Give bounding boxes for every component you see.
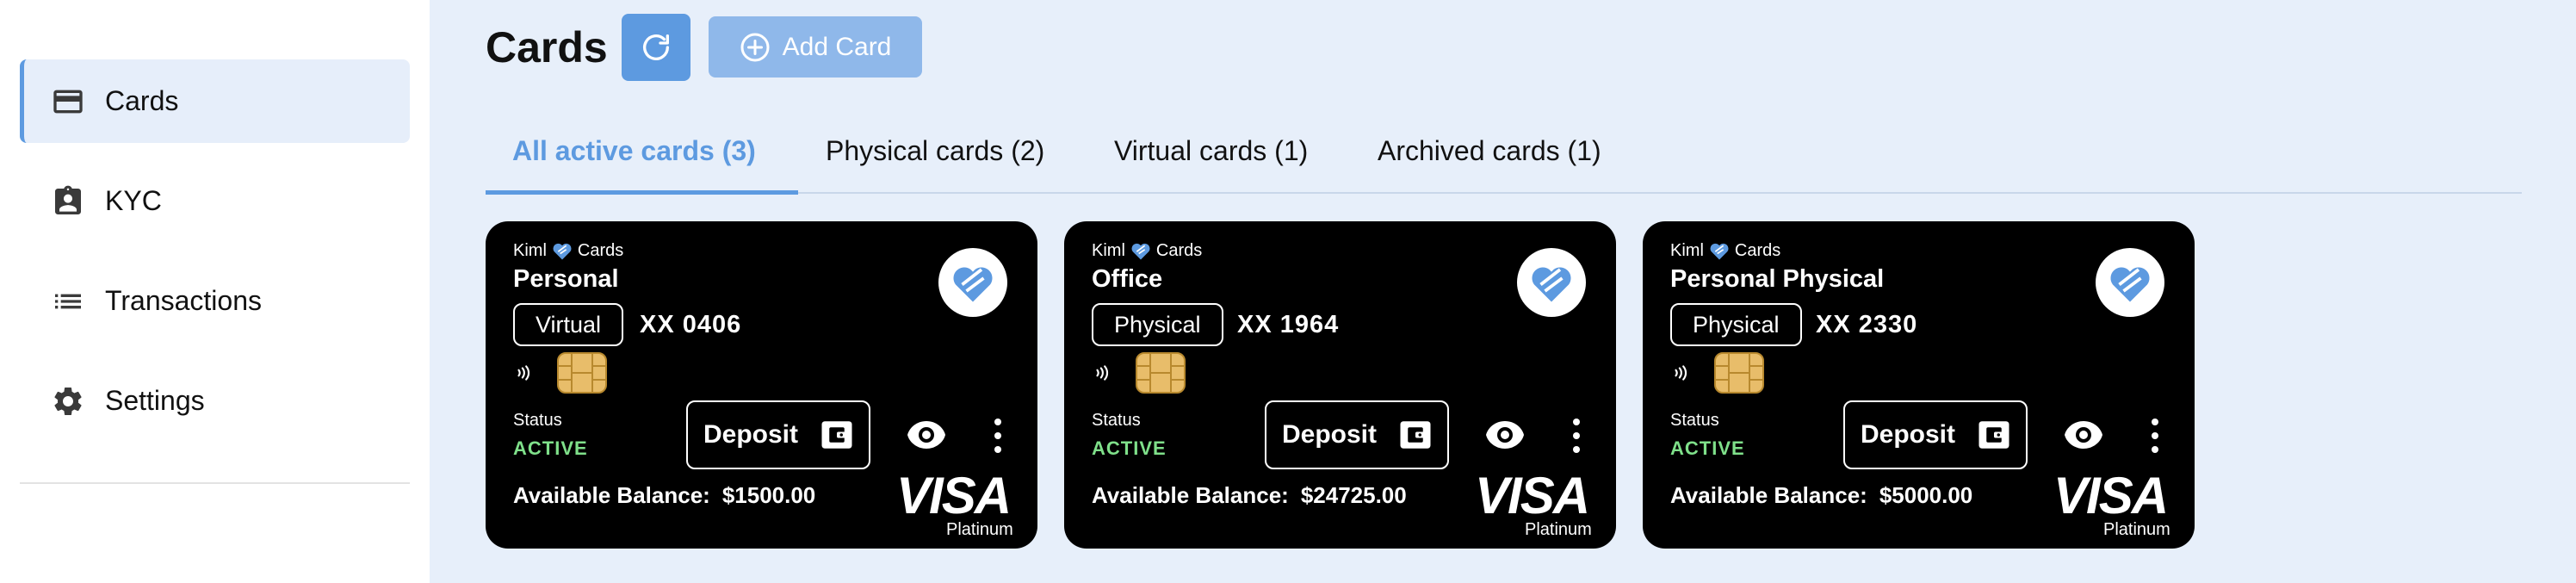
add-card-button[interactable]: Add Card: [709, 16, 922, 78]
brand-right: Cards: [1155, 240, 1203, 260]
balance-label: Available Balance:: [1092, 482, 1289, 508]
balance-label: Available Balance:: [1670, 482, 1867, 508]
card[interactable]: Kiml Cards Personal Virtual XX 0406 Stat…: [486, 221, 1037, 549]
sidebar-item-label: Settings: [105, 385, 205, 416]
heart-logo-icon: [2110, 267, 2150, 302]
more-vertical-icon[interactable]: [994, 418, 1002, 454]
gear-icon: [51, 384, 85, 419]
eye-icon[interactable]: [1484, 419, 1526, 450]
sidebar: Cards KYC Transactions Settings: [0, 0, 430, 583]
contactless-icon: [1675, 365, 1687, 381]
deposit-label: Deposit: [1861, 420, 1956, 449]
tab-all-active-cards[interactable]: All active cards (3): [486, 125, 798, 195]
status-label: Status: [513, 411, 562, 430]
card-tier: Platinum: [946, 520, 1013, 539]
status-badge: ACTIVE: [1092, 437, 1167, 459]
brand-right: Cards: [577, 240, 624, 260]
brand-left: Kiml: [513, 240, 547, 260]
card[interactable]: Kiml Cards Office Physical XX 1964 Statu…: [1064, 221, 1616, 549]
credit-card-icon: [51, 84, 85, 119]
balance-label: Available Balance:: [513, 482, 710, 508]
deposit-label: Deposit: [703, 420, 799, 449]
add-card-label: Add Card: [782, 32, 892, 61]
tab-physical-cards[interactable]: Physical cards (2): [826, 125, 1044, 194]
tab-archived-cards[interactable]: Archived cards (1): [1378, 125, 1601, 194]
card-tabs: All active cards (3) Physical cards (2) …: [486, 125, 2522, 195]
bank-logo: [1517, 248, 1586, 317]
card-name: Personal: [513, 265, 619, 293]
card[interactable]: Kiml Cards Personal Physical Physical XX…: [1643, 221, 2195, 549]
card-tier: Platinum: [2103, 520, 2170, 539]
sidebar-item-cards[interactable]: Cards: [20, 59, 410, 143]
status-badge: ACTIVE: [513, 437, 588, 459]
available-balance: Available Balance: $24725.00: [1092, 482, 1407, 509]
sidebar-divider: [20, 482, 410, 484]
heart-logo-icon: [1131, 243, 1150, 260]
sidebar-item-label: Cards: [105, 85, 179, 116]
eye-icon[interactable]: [2063, 419, 2104, 450]
card-name: Office: [1092, 265, 1163, 293]
wallet-icon: [1978, 421, 2009, 449]
bank-logo: [2096, 248, 2164, 317]
card-brand: Kiml Cards: [513, 239, 623, 263]
sidebar-item-transactions[interactable]: Transactions: [20, 259, 410, 343]
card-type-badge: Physical: [1092, 303, 1223, 346]
id-badge-icon: [51, 184, 85, 219]
sidebar-item-kyc[interactable]: KYC: [20, 159, 410, 243]
status-badge: ACTIVE: [1670, 437, 1745, 459]
visa-logo: VISA: [2053, 467, 2169, 524]
card-name: Personal Physical: [1670, 265, 1885, 293]
tab-virtual-cards[interactable]: Virtual cards (1): [1114, 125, 1308, 194]
deposit-label: Deposit: [1282, 420, 1378, 449]
visa-logo: VISA: [1475, 467, 1590, 524]
balance-value: $5000.00: [1879, 482, 1973, 508]
list-icon: [51, 284, 85, 319]
main-content: Cards Add Card All active cards (3) Phys…: [430, 0, 2576, 583]
chip-icon: [1136, 352, 1186, 394]
brand-left: Kiml: [1670, 240, 1704, 260]
deposit-button[interactable]: Deposit: [1265, 400, 1449, 469]
more-vertical-icon[interactable]: [2151, 418, 2159, 454]
card-number: XX 0406: [640, 311, 742, 338]
card-tier: Platinum: [1525, 520, 1592, 539]
refresh-button[interactable]: [622, 14, 690, 81]
plus-circle-icon: [740, 33, 770, 61]
card-type-badge: Virtual: [513, 303, 624, 346]
status-label: Status: [1092, 411, 1141, 430]
sidebar-item-label: KYC: [105, 185, 162, 216]
refresh-icon: [643, 34, 669, 60]
heart-logo-icon: [553, 243, 572, 260]
available-balance: Available Balance: $1500.00: [513, 482, 815, 509]
deposit-button[interactable]: Deposit: [1843, 400, 2028, 469]
brand-left: Kiml: [1092, 240, 1125, 260]
visa-logo: VISA: [896, 467, 1012, 524]
wallet-icon: [821, 421, 852, 449]
heart-logo-icon: [1710, 243, 1729, 260]
card-type-badge: Physical: [1670, 303, 1802, 346]
more-vertical-icon[interactable]: [1572, 418, 1581, 454]
bank-logo: [938, 248, 1007, 317]
wallet-icon: [1400, 421, 1431, 449]
sidebar-item-settings[interactable]: Settings: [20, 359, 410, 443]
eye-icon[interactable]: [906, 419, 947, 450]
contactless-icon: [517, 365, 530, 381]
deposit-button[interactable]: Deposit: [686, 400, 870, 469]
available-balance: Available Balance: $5000.00: [1670, 482, 1972, 509]
card-brand: Kiml Cards: [1670, 239, 1780, 263]
contactless-icon: [1096, 365, 1109, 381]
balance-value: $1500.00: [721, 482, 816, 508]
chip-icon: [1714, 352, 1764, 394]
card-brand: Kiml Cards: [1092, 239, 1202, 263]
card-number: XX 1964: [1237, 311, 1340, 338]
status-label: Status: [1670, 411, 1719, 430]
card-number: XX 2330: [1816, 311, 1918, 338]
page-title: Cards: [486, 23, 608, 71]
chip-icon: [557, 352, 607, 394]
balance-value: $24725.00: [1300, 482, 1407, 508]
brand-right: Cards: [1734, 240, 1781, 260]
heart-logo-icon: [1532, 267, 1571, 302]
sidebar-item-label: Transactions: [105, 285, 262, 316]
heart-logo-icon: [953, 267, 993, 302]
